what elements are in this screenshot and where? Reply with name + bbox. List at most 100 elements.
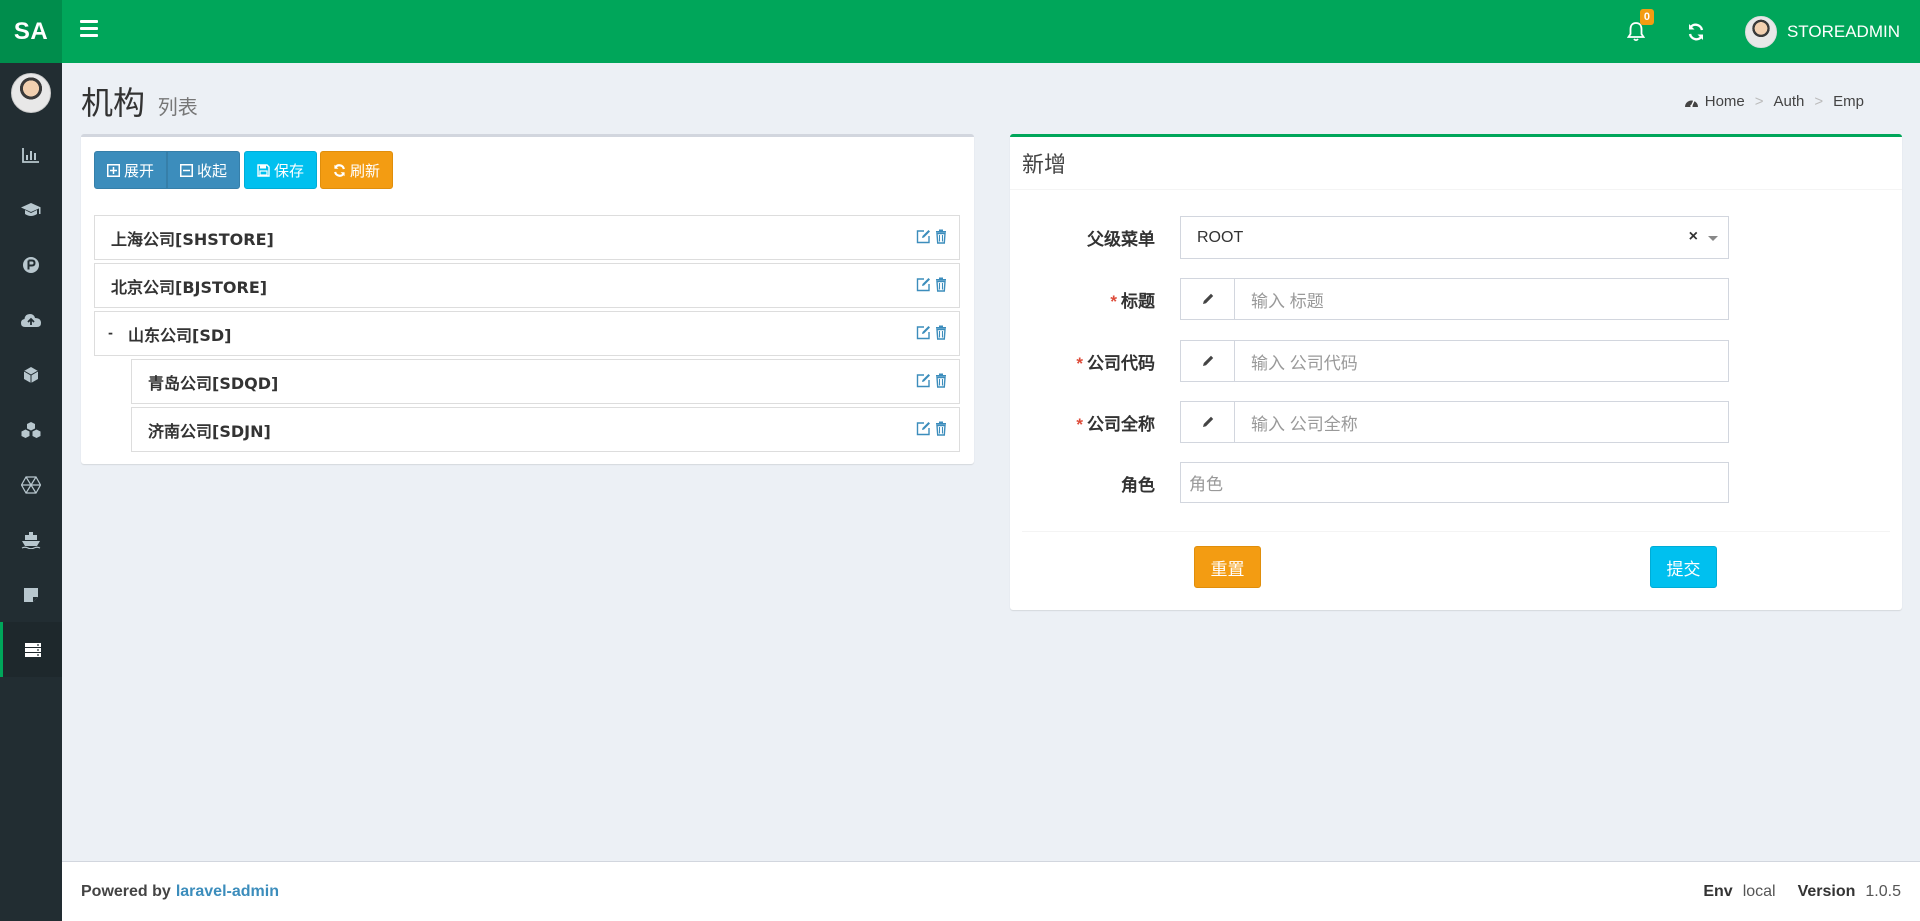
sidebar-toggle-icon[interactable] [80, 20, 98, 42]
tree-item[interactable]: - 山东公司[SD] [94, 311, 960, 356]
title-input[interactable]: 输入 标题 [1235, 279, 1728, 319]
sidebar-item-server[interactable] [0, 622, 62, 677]
breadcrumb-home[interactable]: Home [1705, 93, 1745, 110]
form-divider [1022, 531, 1890, 532]
tree-item[interactable]: 上海公司[SHSTORE] [94, 215, 960, 260]
tree-item[interactable]: 北京公司[BJSTORE] [94, 263, 960, 308]
sidebar-item-education[interactable] [0, 182, 62, 237]
code-input[interactable]: 输入 公司代码 [1235, 341, 1728, 381]
floppy-disk-icon [257, 163, 270, 177]
edit-icon[interactable] [916, 229, 931, 248]
sidebar-item-ship[interactable] [0, 512, 62, 567]
sidebar-item-notes[interactable] [0, 567, 62, 622]
tree-item-actions [912, 325, 947, 344]
tree-item-label: 山东公司[SD] [128, 325, 232, 345]
sidebar-item-cube[interactable] [0, 347, 62, 402]
breadcrumb-separator: > [1814, 93, 1824, 110]
code-label: * 公司代码 [1076, 349, 1155, 374]
refresh-icon [1688, 23, 1704, 40]
fullname-label-text: 公司全称 [1087, 415, 1155, 434]
sidebar [0, 63, 62, 921]
collapse-button[interactable]: 收起 [167, 151, 241, 189]
edit-icon[interactable] [916, 373, 931, 392]
refresh-icon [334, 163, 345, 177]
parent-menu-select[interactable]: ROOT × [1180, 216, 1729, 259]
fullname-input[interactable]: 输入 公司全称 [1235, 402, 1728, 442]
minus-square-icon [180, 163, 194, 177]
laravel-admin-link[interactable]: laravel-admin [176, 883, 279, 901]
tree-item[interactable]: 济南公司[SDJN] [131, 407, 960, 452]
connectdevelop-icon [21, 475, 41, 494]
avatar [1744, 15, 1777, 48]
sidebar-item-cubes[interactable] [0, 402, 62, 457]
version-value: 1.0.5 [1865, 882, 1901, 900]
title-label-text: 标题 [1121, 292, 1155, 311]
tree-item-label: 上海公司[SHSTORE] [111, 229, 274, 249]
graduation-cap-icon [21, 202, 41, 216]
tree-item-actions [912, 373, 947, 392]
expand-button[interactable]: 展开 [94, 151, 168, 189]
save-button[interactable]: 保存 [244, 151, 318, 189]
title-label: * 标题 [1110, 287, 1155, 312]
trash-icon[interactable] [935, 325, 947, 344]
breadcrumb-auth[interactable]: Auth [1774, 93, 1805, 110]
save-label: 保存 [274, 162, 305, 180]
parent-menu-row: 父级菜单 ROOT × [1010, 216, 1902, 259]
sidebar-item-dashboard[interactable] [0, 127, 62, 182]
ship-icon [21, 531, 41, 549]
refresh-button[interactable] [1681, 17, 1711, 47]
sidebar-item-upload[interactable] [0, 292, 62, 347]
dashboard-icon [1684, 99, 1698, 107]
trash-icon[interactable] [935, 421, 947, 440]
sidebar-item-products[interactable] [0, 237, 62, 292]
collapse-toggle[interactable]: - [108, 326, 113, 340]
page-title: 机构 [81, 85, 146, 121]
role-input[interactable]: 角色 [1180, 462, 1729, 503]
logo[interactable]: SA [0, 0, 62, 63]
code-field[interactable]: 输入 公司代码 [1180, 340, 1729, 382]
form-title: 新增 [1010, 137, 1902, 190]
powered-by-text: Powered by [81, 882, 171, 900]
sidebar-item-connect[interactable] [0, 457, 62, 512]
trash-icon[interactable] [935, 373, 947, 392]
required-mark: * [1110, 292, 1117, 311]
role-label: 角色 [1121, 476, 1155, 495]
version-key: Version [1797, 882, 1856, 900]
parent-menu-label: 父级菜单 [1087, 230, 1155, 249]
code-row: * 公司代码 输入 公司代码 [1010, 340, 1902, 382]
reset-button[interactable]: 重置 [1194, 546, 1261, 588]
refresh-tree-button[interactable]: 刷新 [320, 151, 394, 189]
tree-item-label: 青岛公司[SDQD] [148, 373, 279, 393]
trash-icon[interactable] [935, 229, 947, 248]
breadcrumb-emp: Emp [1833, 93, 1864, 110]
footer-info: Env local Version 1.0.5 [1681, 883, 1901, 901]
chevron-down-icon[interactable] [1708, 236, 1718, 241]
tree-item-actions [912, 229, 947, 248]
server-icon [24, 642, 41, 657]
trash-icon[interactable] [935, 277, 947, 296]
tree-item-actions [912, 421, 947, 440]
bar-chart-icon [22, 147, 39, 163]
plus-square-icon [107, 163, 120, 177]
cube-icon [23, 366, 39, 383]
pencil-icon [1181, 402, 1235, 442]
notification-count-badge: 0 [1639, 8, 1654, 25]
edit-icon[interactable] [916, 421, 931, 440]
user-menu[interactable]: STOREADMIN [1744, 15, 1900, 48]
create-form-box: 新增 父级菜单 ROOT × * 标题 输入 标题 * 公司代码 输入 公司代码 *… [1010, 134, 1902, 610]
title-field[interactable]: 输入 标题 [1180, 278, 1729, 320]
edit-icon[interactable] [916, 325, 931, 344]
tree-item[interactable]: 青岛公司[SDQD] [131, 359, 960, 404]
collapse-label: 收起 [197, 162, 228, 180]
edit-icon[interactable] [916, 277, 931, 296]
tree-item-actions [912, 277, 947, 296]
expand-label: 展开 [124, 162, 155, 180]
fullname-field[interactable]: 输入 公司全称 [1180, 401, 1729, 443]
fullname-label: * 公司全称 [1076, 410, 1155, 435]
required-mark: * [1076, 415, 1083, 434]
notifications-button[interactable]: 0 [1621, 8, 1654, 47]
clear-icon[interactable]: × [1689, 228, 1698, 246]
parent-menu-value: ROOT [1197, 228, 1244, 246]
submit-button[interactable]: 提交 [1650, 546, 1717, 588]
tree-item-label: 济南公司[SDJN] [148, 421, 271, 441]
